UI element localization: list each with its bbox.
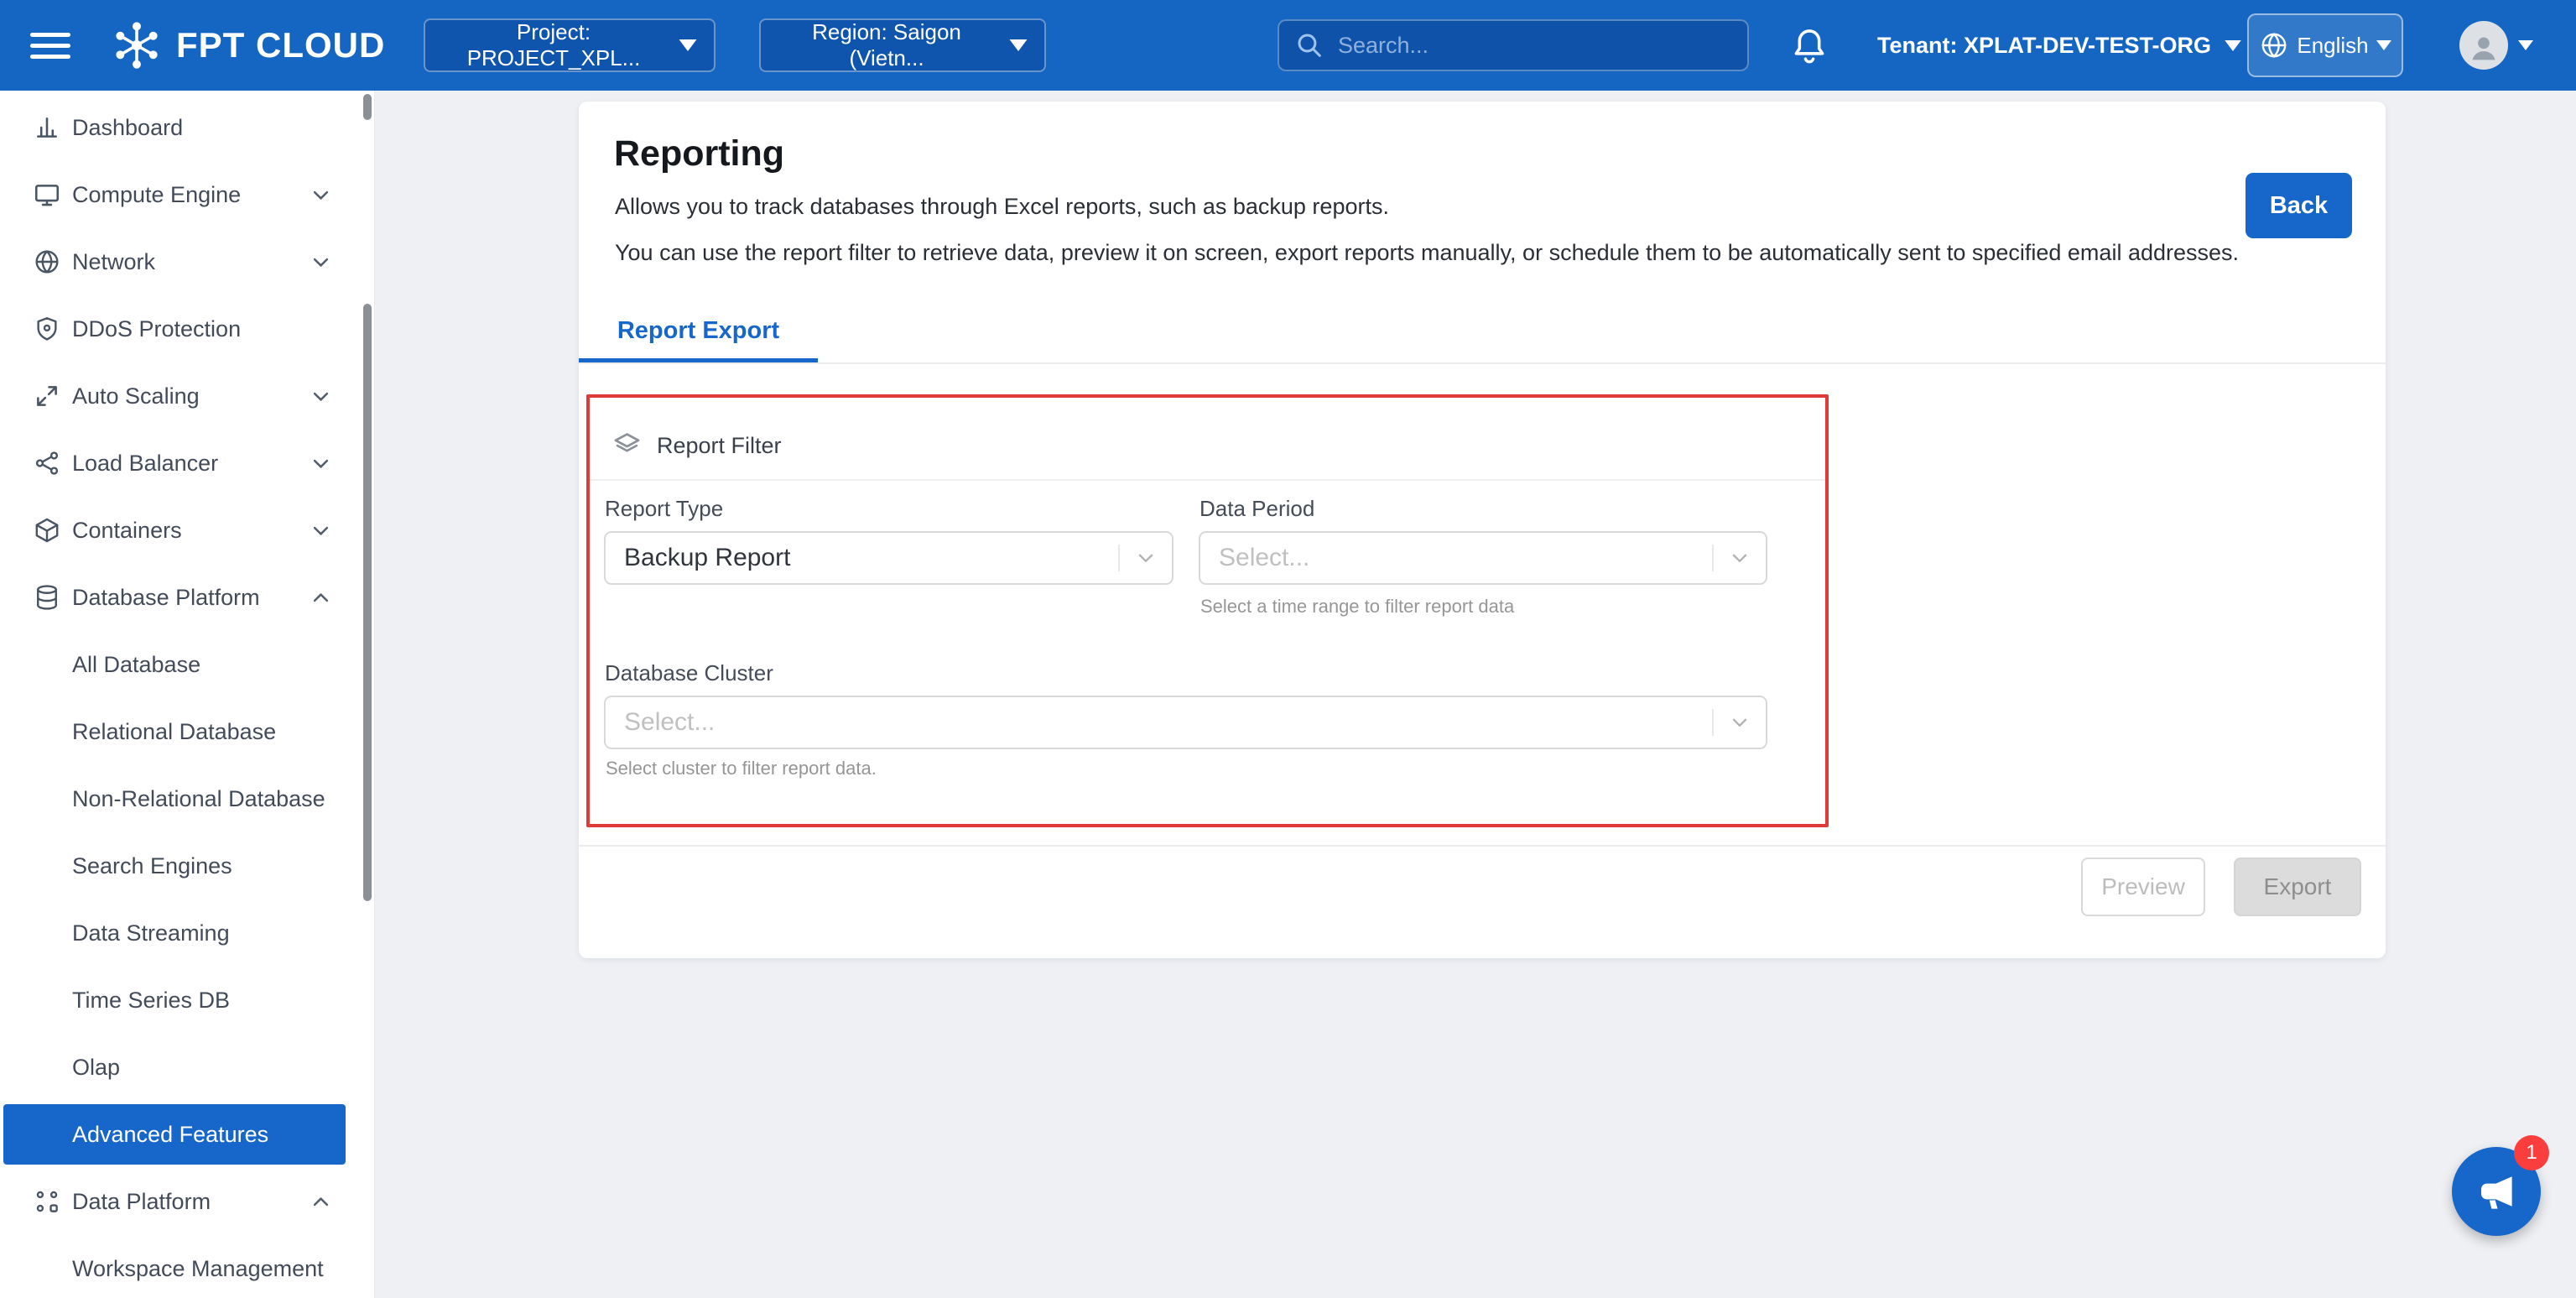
announcements-button[interactable]: 1 xyxy=(2452,1147,2541,1236)
caret-down-icon xyxy=(2376,40,2391,50)
chevron-down-icon xyxy=(310,184,332,206)
database-cluster-placeholder: Select... xyxy=(606,708,1712,737)
page-description-line1: Allows you to track databases through Ex… xyxy=(615,184,2239,230)
data-period-placeholder: Select... xyxy=(1200,544,1712,572)
sidebar-item-all-database[interactable]: All Database xyxy=(0,631,374,698)
sidebar-item-workspace-management[interactable]: Workspace Management xyxy=(0,1235,374,1298)
page-description-line2: You can use the report filter to retriev… xyxy=(615,230,2239,276)
notification-badge: 1 xyxy=(2514,1135,2549,1170)
project-selector[interactable]: Project: PROJECT_XPL... xyxy=(424,18,716,72)
tenant-selector[interactable]: Tenant: XPLAT-DEV-TEST-ORG xyxy=(1872,0,2246,91)
sidebar-item-load-balancer[interactable]: Load Balancer xyxy=(0,430,374,497)
sidebar-item-database-platform[interactable]: Database Platform xyxy=(0,564,374,631)
database-platform-icon xyxy=(33,583,61,612)
globe-icon xyxy=(2259,30,2289,60)
back-button[interactable]: Back xyxy=(2246,173,2352,238)
region-selector-label: Region: Saigon (Vietn... xyxy=(778,19,996,71)
sidebar-item-compute-engine[interactable]: Compute Engine xyxy=(0,161,374,228)
sidebar: Dashboard Compute Engine Network DDoS Pr… xyxy=(0,91,375,1298)
user-menu[interactable] xyxy=(2459,21,2533,70)
chevron-down-icon xyxy=(1714,547,1766,569)
sidebar-item-data-platform[interactable]: Data Platform xyxy=(0,1168,374,1235)
chevron-up-icon xyxy=(310,1191,332,1213)
logo-icon xyxy=(109,18,164,73)
project-selector-label: Project: PROJECT_XPL... xyxy=(442,19,665,71)
preview-button[interactable]: Preview xyxy=(2081,858,2205,916)
layers-icon xyxy=(611,430,643,461)
sidebar-item-time-series-db[interactable]: Time Series DB xyxy=(0,967,374,1034)
containers-icon xyxy=(33,516,61,545)
search-input[interactable] xyxy=(1336,32,1732,60)
main-content: Reporting Allows you to track databases … xyxy=(375,91,2576,1298)
compute-engine-icon xyxy=(33,180,61,209)
chevron-up-icon xyxy=(310,586,332,609)
load-balancer-icon xyxy=(33,449,61,477)
caret-down-icon xyxy=(2518,40,2533,50)
sidebar-item-data-streaming[interactable]: Data Streaming xyxy=(0,899,374,967)
export-button[interactable]: Export xyxy=(2234,858,2361,916)
sidebar-item-search-engines[interactable]: Search Engines xyxy=(0,832,374,899)
footer-divider xyxy=(579,845,2386,847)
caret-down-icon xyxy=(2225,40,2241,51)
network-icon xyxy=(33,248,61,276)
sidebar-item-containers[interactable]: Containers xyxy=(0,497,374,564)
menu-icon[interactable] xyxy=(30,26,70,65)
report-filter-title: Report Filter xyxy=(657,433,782,459)
sidebar-item-advanced-features[interactable]: Advanced Features xyxy=(3,1104,346,1165)
chevron-down-icon xyxy=(1120,547,1172,569)
tabs-divider xyxy=(579,362,2386,364)
report-type-select[interactable]: Backup Report xyxy=(604,531,1174,585)
chevron-down-icon xyxy=(1714,712,1766,733)
search-box xyxy=(1278,19,1749,71)
notifications-bell-icon[interactable] xyxy=(1788,24,1830,66)
sidebar-item-olap[interactable]: Olap xyxy=(0,1034,374,1101)
screen: FPT CLOUD Project: PROJECT_XPL... Region… xyxy=(0,0,2576,1298)
megaphone-icon xyxy=(2475,1170,2518,1213)
sidebar-scrollbar-thumb-top[interactable] xyxy=(363,94,372,120)
caret-down-icon xyxy=(679,39,697,51)
tab-report-export[interactable]: Report Export xyxy=(579,303,818,362)
sidebar-item-dashboard[interactable]: Dashboard xyxy=(0,94,374,161)
sidebar-scrollbar-thumb[interactable] xyxy=(363,304,372,901)
database-cluster-label: Database Cluster xyxy=(605,660,773,686)
data-platform-icon xyxy=(33,1187,61,1216)
chevron-down-icon xyxy=(310,519,332,542)
sidebar-item-network[interactable]: Network xyxy=(0,228,374,295)
database-cluster-select[interactable]: Select... xyxy=(604,696,1767,749)
auto-scaling-icon xyxy=(33,382,61,410)
ddos-protection-icon xyxy=(33,315,61,343)
topbar: FPT CLOUD Project: PROJECT_XPL... Region… xyxy=(0,0,2576,91)
data-period-help: Select a time range to filter report dat… xyxy=(1200,596,1514,618)
language-selector-label: English xyxy=(2297,33,2368,59)
sidebar-item-relational-database[interactable]: Relational Database xyxy=(0,698,374,765)
logo-text: FPT CLOUD xyxy=(176,25,385,65)
sidebar-item-non-relational-database[interactable]: Non-Relational Database xyxy=(0,765,374,832)
page-title: Reporting xyxy=(614,133,784,175)
chevron-down-icon xyxy=(310,251,332,274)
database-cluster-help: Select cluster to filter report data. xyxy=(606,758,877,779)
sidebar-item-ddos-protection[interactable]: DDoS Protection xyxy=(0,295,374,362)
search-icon xyxy=(1294,30,1324,60)
data-period-select[interactable]: Select... xyxy=(1199,531,1767,585)
report-type-value: Backup Report xyxy=(606,544,1118,572)
data-period-label: Data Period xyxy=(1200,496,1314,522)
caret-down-icon xyxy=(1009,39,1028,51)
fpt-cloud-logo[interactable]: FPT CLOUD xyxy=(109,0,385,91)
chevron-down-icon xyxy=(310,452,332,475)
dashboard-icon xyxy=(33,113,61,142)
report-type-label: Report Type xyxy=(605,496,723,522)
sidebar-item-auto-scaling[interactable]: Auto Scaling xyxy=(0,362,374,430)
region-selector[interactable]: Region: Saigon (Vietn... xyxy=(759,18,1046,72)
report-filter-divider xyxy=(587,479,1829,481)
chevron-down-icon xyxy=(310,385,332,408)
page-description: Allows you to track databases through Ex… xyxy=(615,184,2239,276)
avatar xyxy=(2459,21,2508,70)
reporting-card: Reporting Allows you to track databases … xyxy=(579,102,2386,958)
language-selector[interactable]: English xyxy=(2247,13,2403,77)
tenant-selector-label: Tenant: XPLAT-DEV-TEST-ORG xyxy=(1877,33,2211,59)
sidebar-menu: Dashboard Compute Engine Network DDoS Pr… xyxy=(0,91,374,1298)
